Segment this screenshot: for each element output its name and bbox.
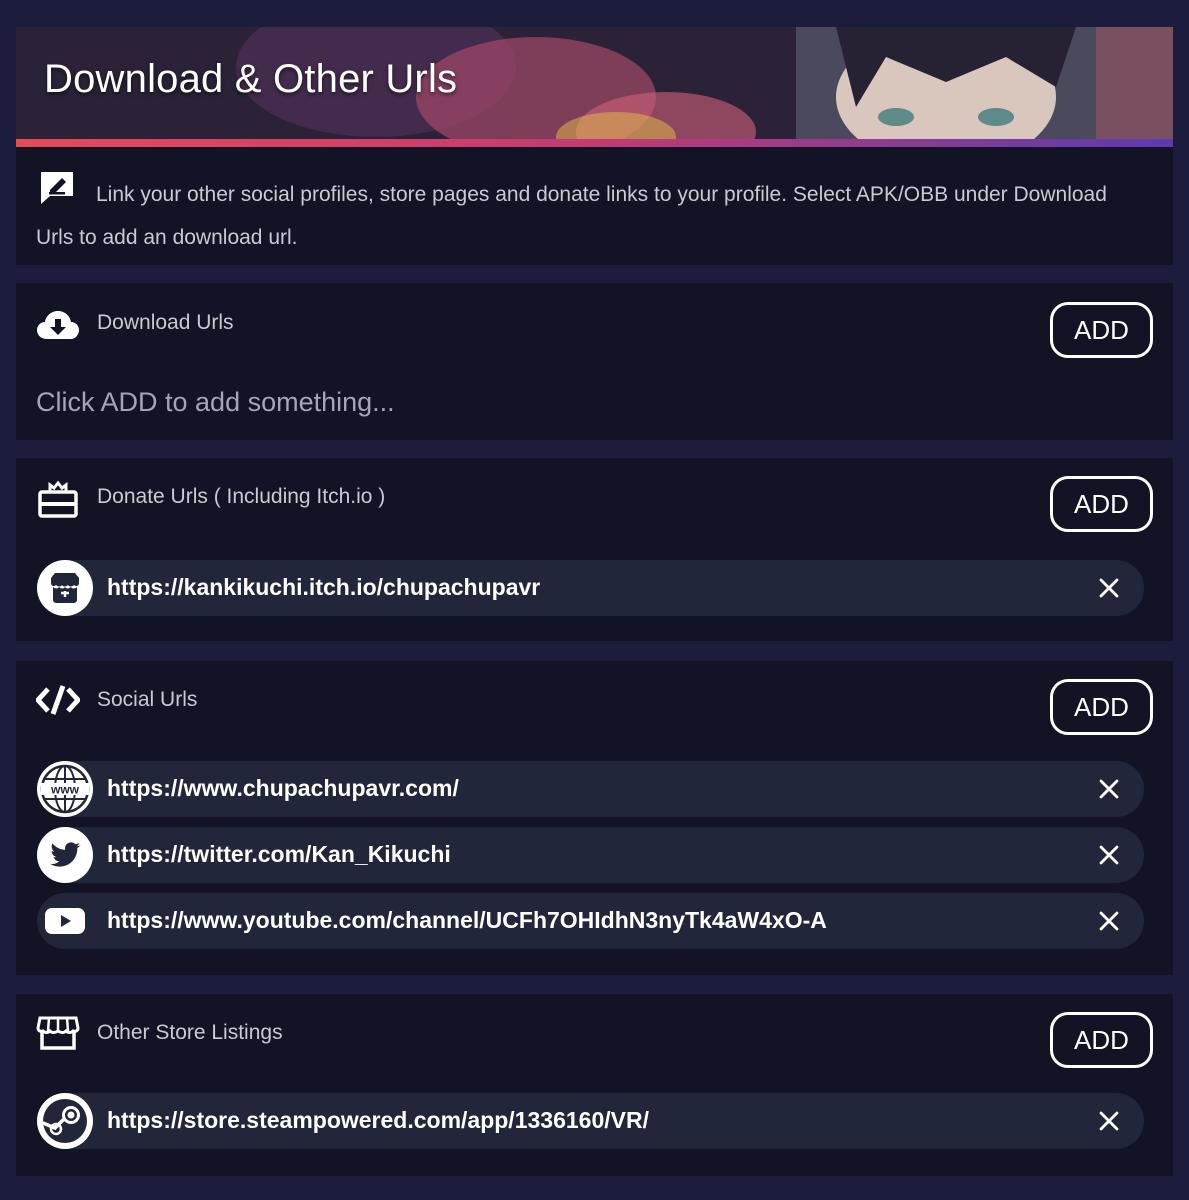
accent-bar — [16, 139, 1173, 147]
add-donate-url-button[interactable]: ADD — [1050, 476, 1153, 532]
add-social-url-button[interactable]: ADD — [1050, 679, 1153, 735]
itchio-icon — [37, 560, 93, 616]
header-banner: Download & Other Urls — [16, 27, 1173, 139]
youtube-icon — [37, 893, 93, 949]
url-text: https://www.chupachupavr.com/ — [107, 775, 459, 801]
page-title: Download & Other Urls — [44, 57, 458, 101]
donate-urls-section: Donate Urls ( Including Itch.io ) ADD ht… — [16, 458, 1173, 641]
section-title: Download Urls — [97, 311, 234, 334]
url-row: www https://www.chupachupavr.com/ — [37, 761, 1144, 817]
add-download-url-button[interactable]: ADD — [1050, 302, 1153, 358]
download-urls-section: Download Urls ADD Click ADD to add somet… — [16, 283, 1173, 440]
url-row: https://kankikuchi.itch.io/chupachupavr — [37, 560, 1144, 616]
close-icon[interactable] — [1096, 842, 1122, 868]
url-row: https://www.youtube.com/channel/UCFh7OHI… — [37, 893, 1144, 949]
url-text: https://www.youtube.com/channel/UCFh7OHI… — [107, 907, 827, 933]
close-icon[interactable] — [1096, 575, 1122, 601]
info-card: Link your other social profiles, store p… — [16, 147, 1173, 265]
url-text: https://kankikuchi.itch.io/chupachupavr — [107, 574, 541, 600]
cloud-download-icon — [37, 311, 79, 339]
url-text: https://twitter.com/Kan_Kikuchi — [107, 841, 451, 867]
section-title: Social Urls — [97, 688, 198, 711]
close-icon[interactable] — [1096, 776, 1122, 802]
store-icon — [36, 1016, 80, 1050]
close-icon[interactable] — [1096, 1108, 1122, 1134]
close-icon[interactable] — [1096, 908, 1122, 934]
steam-icon — [37, 1093, 93, 1149]
url-text: https://store.steampowered.com/app/13361… — [107, 1107, 649, 1133]
other-store-listings-section: Other Store Listings ADD https://store.s… — [16, 994, 1173, 1176]
twitter-icon — [37, 827, 93, 883]
add-store-url-button[interactable]: ADD — [1050, 1012, 1153, 1068]
code-icon — [36, 685, 80, 715]
donate-icon — [38, 480, 78, 518]
empty-state-text: Click ADD to add something... — [36, 387, 395, 417]
section-title: Other Store Listings — [97, 1021, 283, 1044]
url-row: https://store.steampowered.com/app/13361… — [37, 1093, 1144, 1149]
svg-text:www: www — [50, 783, 80, 797]
social-urls-section: Social Urls ADD www https://www.chupachu… — [16, 661, 1173, 975]
www-globe-icon: www — [37, 761, 93, 817]
section-title: Donate Urls ( Including Itch.io ) — [97, 485, 386, 508]
info-text: Link your other social profiles, store p… — [36, 183, 1107, 249]
url-row: https://twitter.com/Kan_Kikuchi — [37, 827, 1144, 883]
